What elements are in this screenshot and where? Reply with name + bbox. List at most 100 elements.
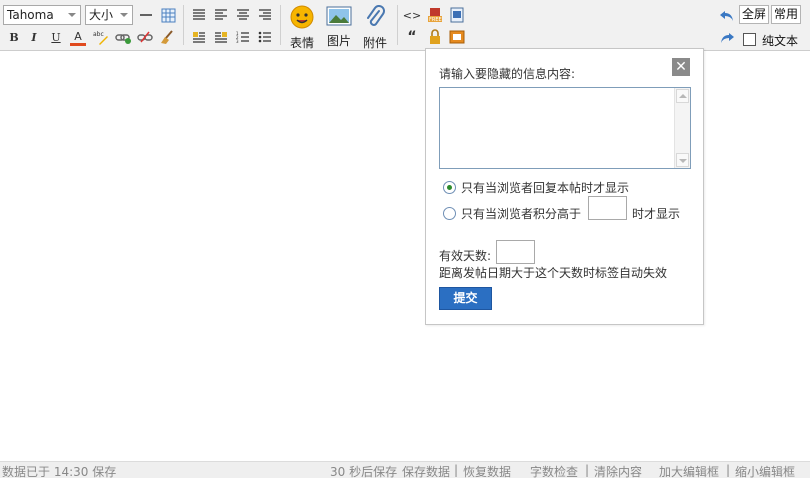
page-icon xyxy=(450,7,464,23)
align-justify-icon xyxy=(193,9,205,20)
toolbar-divider xyxy=(183,5,184,45)
insert-link-button[interactable] xyxy=(115,29,131,45)
svg-text:abc: abc xyxy=(93,31,104,38)
autosave-status: 数据已于 14:30 保存 xyxy=(2,465,117,478)
highlight-icon: abc xyxy=(93,31,108,45)
font-color-button[interactable]: A xyxy=(70,29,86,46)
chevron-down-icon xyxy=(68,13,76,17)
option-points-radio[interactable] xyxy=(443,207,456,220)
attachment-label: 附件 xyxy=(362,36,387,50)
hide-content-button[interactable] xyxy=(427,29,443,45)
option-points-suffix: 时才显示 xyxy=(632,207,681,221)
scroll-down-icon[interactable] xyxy=(676,153,689,167)
align-center-button[interactable] xyxy=(235,7,251,23)
close-icon: ✕ xyxy=(675,59,687,75)
free-icon: FREE xyxy=(428,8,442,23)
hide-content-dialog: 请输入要隐藏的信息内容: ✕ 只有当浏览者回复本帖时才显示 只有当浏览者积分高于… xyxy=(425,48,704,325)
option-reply-label: 只有当浏览者回复本帖时才显示 xyxy=(461,181,630,195)
enlarge-editor-link[interactable]: 加大编辑框 xyxy=(659,463,719,478)
shrink-editor-link[interactable]: 缩小编辑框 xyxy=(735,463,795,478)
scroll-up-icon[interactable] xyxy=(676,89,689,103)
autosave-countdown: 30 秒后保存 xyxy=(330,465,398,478)
svg-text:3: 3 xyxy=(236,39,239,44)
editor-toolbar: Tahoma 大小 B I U A abc 1 2 3 表情 图片 附件 <> … xyxy=(0,0,810,51)
fullscreen-button[interactable]: 全屏 xyxy=(739,5,770,24)
lock-icon xyxy=(430,29,440,44)
bold-button[interactable]: B xyxy=(6,29,22,45)
font-family-value: Tahoma xyxy=(7,8,54,22)
float-right-button[interactable] xyxy=(213,29,229,45)
table-button[interactable] xyxy=(160,7,176,23)
float-right-icon xyxy=(215,32,227,43)
broom-icon xyxy=(161,30,173,44)
remove-link-button[interactable] xyxy=(137,29,153,45)
align-left-icon xyxy=(215,9,227,20)
option-points-row[interactable]: 只有当浏览者积分高于 xyxy=(443,205,581,222)
image-icon xyxy=(326,6,352,26)
font-family-select[interactable]: Tahoma xyxy=(3,5,81,25)
image-button[interactable]: 图片 xyxy=(324,5,354,49)
emoticon-label: 表情 xyxy=(289,36,314,50)
flash-button[interactable] xyxy=(449,29,465,45)
horizontal-rule-button[interactable] xyxy=(138,7,154,23)
align-right-icon xyxy=(259,9,271,20)
chevron-down-icon xyxy=(120,13,128,17)
horizontal-rule-icon xyxy=(140,14,152,16)
align-right-button[interactable] xyxy=(257,7,273,23)
status-divider: | xyxy=(726,463,731,477)
undo-button[interactable] xyxy=(719,8,735,24)
toolbar-divider xyxy=(280,5,281,45)
float-left-icon xyxy=(193,32,205,43)
save-data-link[interactable]: 保存数据 xyxy=(402,463,450,478)
emoticon-button[interactable]: 表情 xyxy=(288,5,316,51)
submit-button[interactable]: 提交 xyxy=(439,287,492,310)
quote-button[interactable]: “ xyxy=(404,29,420,45)
common-button[interactable]: 常用 xyxy=(771,5,802,24)
undo-icon xyxy=(720,11,733,21)
font-size-select[interactable]: 大小 xyxy=(85,5,133,25)
hidden-content-textarea[interactable] xyxy=(439,87,691,169)
code-button[interactable]: <> xyxy=(403,7,421,23)
attachment-button[interactable]: 附件 xyxy=(360,5,390,51)
spellcheck-button[interactable]: abc xyxy=(93,29,109,45)
toolbar-divider xyxy=(397,5,398,45)
unlink-icon xyxy=(137,31,153,43)
word-count-link[interactable]: 字数检查 xyxy=(530,463,578,478)
paperclip-icon xyxy=(367,5,385,26)
free-tag-button[interactable]: FREE xyxy=(427,7,443,23)
valid-days-note: 距离发帖日期大于这个天数时标签自动失效 xyxy=(439,266,668,280)
dialog-prompt: 请输入要隐藏的信息内容: xyxy=(439,67,576,81)
restore-data-link[interactable]: 恢复数据 xyxy=(463,463,511,478)
option-points-prefix: 只有当浏览者积分高于 xyxy=(461,207,582,221)
media-icon xyxy=(449,30,465,44)
unordered-list-icon xyxy=(258,31,271,42)
close-button[interactable]: ✕ xyxy=(672,58,690,76)
ordered-list-button[interactable]: 123 xyxy=(235,29,251,45)
page-button[interactable] xyxy=(449,7,465,23)
points-threshold-input[interactable] xyxy=(588,196,627,220)
align-left-button[interactable] xyxy=(213,7,229,23)
image-label: 图片 xyxy=(326,34,351,48)
svg-text:FREE: FREE xyxy=(429,17,442,23)
float-left-button[interactable] xyxy=(191,29,207,45)
valid-days-input[interactable] xyxy=(496,240,535,264)
ordered-list-icon: 123 xyxy=(236,31,249,44)
editor-status-bar: 数据已于 14:30 保存 30 秒后保存 保存数据 | 恢复数据 字数检查 |… xyxy=(0,461,810,478)
font-size-value: 大小 xyxy=(89,8,114,22)
unordered-list-button[interactable] xyxy=(257,29,273,45)
italic-button[interactable]: I xyxy=(26,29,42,45)
smiley-icon xyxy=(290,5,314,29)
align-justify-button[interactable] xyxy=(191,7,207,23)
status-divider: | xyxy=(585,463,590,477)
plain-text-label: 纯文本 xyxy=(762,34,799,48)
status-divider: | xyxy=(454,463,459,477)
option-reply-row[interactable]: 只有当浏览者回复本帖时才显示 xyxy=(443,179,629,196)
option-reply-radio[interactable] xyxy=(443,181,456,194)
clear-content-link[interactable]: 清除内容 xyxy=(594,463,642,478)
textarea-scrollbar[interactable] xyxy=(674,88,690,168)
table-icon xyxy=(161,8,175,22)
redo-button[interactable] xyxy=(719,30,735,46)
underline-button[interactable]: U xyxy=(48,29,64,45)
plain-text-checkbox[interactable] xyxy=(743,33,756,46)
clear-format-button[interactable] xyxy=(159,29,175,45)
